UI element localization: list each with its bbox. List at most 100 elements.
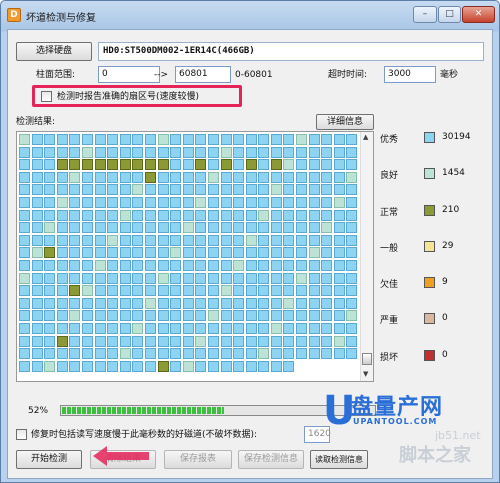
- sector-block: [44, 297, 56, 309]
- save-report-button[interactable]: 保存报表: [164, 450, 232, 469]
- sector-block: [346, 335, 358, 347]
- cylinder-from-input[interactable]: 0: [98, 66, 160, 83]
- sector-block: [44, 146, 56, 158]
- sector-block: [245, 134, 257, 145]
- sector-block: [182, 259, 194, 271]
- sector-block: [94, 348, 106, 360]
- sector-block: [31, 259, 43, 271]
- sector-block: [346, 360, 358, 372]
- sector-block: [170, 209, 182, 221]
- sector-block: [119, 259, 131, 271]
- sector-block: [56, 146, 68, 158]
- read-check-info-button[interactable]: 读取检测信息: [310, 450, 368, 469]
- sector-block: [258, 247, 270, 259]
- sector-block: [245, 247, 257, 259]
- sector-block: [283, 322, 295, 334]
- minimize-button[interactable]: –: [413, 6, 437, 23]
- legend-swatch: [424, 313, 435, 324]
- sector-block: [220, 360, 232, 372]
- sector-block: [296, 310, 308, 322]
- sector-block: [69, 222, 81, 234]
- sector-block: [283, 297, 295, 309]
- sector-block: [321, 348, 333, 360]
- sector-block: [195, 272, 207, 284]
- sector-block: [94, 234, 106, 246]
- sector-block: [321, 272, 333, 284]
- sector-block: [56, 234, 68, 246]
- sector-block: [94, 184, 106, 196]
- sector-block: [233, 259, 245, 271]
- sector-block: [308, 159, 320, 171]
- sector-block: [44, 234, 56, 246]
- sector-block: [270, 335, 282, 347]
- sector-block: [69, 134, 81, 145]
- sector-block: [81, 360, 93, 372]
- scroll-up-icon[interactable]: ▲: [363, 133, 368, 141]
- sector-block: [56, 222, 68, 234]
- detail-info-button[interactable]: 详细信息: [316, 114, 374, 130]
- sector-block: [308, 171, 320, 183]
- sector-block: [296, 196, 308, 208]
- sector-block: [56, 196, 68, 208]
- sector-block: [182, 209, 194, 221]
- sector-block: [195, 196, 207, 208]
- sector-grid: [19, 134, 359, 381]
- sector-block: [157, 360, 169, 372]
- sector-block: [233, 322, 245, 334]
- sector-block: [321, 335, 333, 347]
- sector-block: [258, 171, 270, 183]
- sector-block: [94, 272, 106, 284]
- scroll-down-icon[interactable]: ▼: [363, 370, 368, 378]
- sector-block: [44, 184, 56, 196]
- sector-block: [220, 146, 232, 158]
- cylinder-to-input[interactable]: 60801: [175, 66, 231, 83]
- sector-block: [107, 222, 119, 234]
- sector-block: [81, 335, 93, 347]
- sector-block: [94, 159, 106, 171]
- sector-block: [182, 184, 194, 196]
- sector-block: [308, 184, 320, 196]
- sector-block: [157, 285, 169, 297]
- maximize-button[interactable]: □: [438, 6, 461, 23]
- close-button[interactable]: ✕: [462, 6, 495, 23]
- sector-block: [44, 335, 56, 347]
- sector-block: [31, 285, 43, 297]
- timeout-input[interactable]: 3000: [384, 66, 436, 83]
- sector-block: [132, 222, 144, 234]
- sector-block: [207, 146, 219, 158]
- sector-block: [69, 335, 81, 347]
- sector-block: [296, 171, 308, 183]
- sector-block: [31, 297, 43, 309]
- sector-block: [69, 297, 81, 309]
- sector-block: [195, 247, 207, 259]
- sector-block: [182, 247, 194, 259]
- sector-map-scrollbar[interactable]: ▲ ▼: [360, 132, 373, 381]
- sector-block: [107, 310, 119, 322]
- sector-block: [283, 184, 295, 196]
- sector-block: [19, 146, 30, 158]
- save-check-info-button[interactable]: 保存检测信息: [238, 450, 304, 469]
- sector-block: [56, 360, 68, 372]
- sector-block: [346, 285, 358, 297]
- legend-count: 1454: [442, 168, 465, 178]
- report-sector-checkbox[interactable]: [41, 91, 52, 102]
- sector-block: [346, 134, 358, 145]
- select-disk-button[interactable]: 选择硬盘: [16, 42, 92, 61]
- sector-block: [31, 146, 43, 158]
- sector-block: [308, 247, 320, 259]
- sector-block: [258, 209, 270, 221]
- scroll-thumb[interactable]: [362, 353, 372, 365]
- sector-block: [107, 234, 119, 246]
- start-check-button[interactable]: 开始检测: [16, 450, 82, 469]
- sector-block: [270, 310, 282, 322]
- sector-block: [233, 335, 245, 347]
- title-bar[interactable]: D 坏道检测与修复 – □ ✕: [1, 1, 499, 29]
- sector-block: [321, 322, 333, 334]
- sector-block: [258, 360, 270, 372]
- sector-block: [170, 184, 182, 196]
- sector-block: [170, 247, 182, 259]
- repair-slow-checkbox[interactable]: [16, 429, 27, 440]
- sector-block: [144, 134, 156, 145]
- timeout-label: 超时时间:: [328, 70, 368, 80]
- sector-block: [119, 297, 131, 309]
